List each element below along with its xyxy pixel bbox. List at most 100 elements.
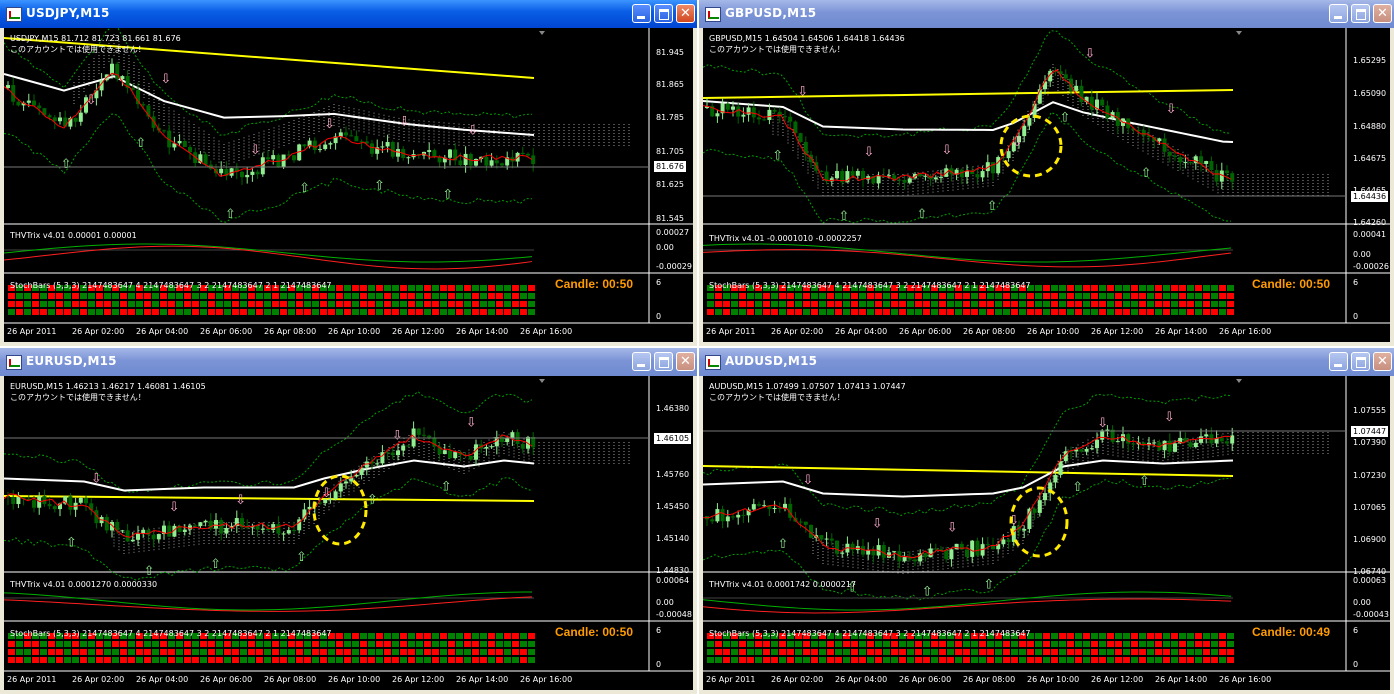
stochbar-cell — [1203, 633, 1210, 639]
candle-body — [427, 150, 432, 152]
close-button[interactable] — [676, 352, 695, 371]
stochbar-cell — [528, 641, 535, 647]
stochbar-cell — [192, 641, 199, 647]
candle-body — [1079, 449, 1084, 452]
stochbar-cell — [288, 649, 295, 655]
stochbar-cell — [464, 657, 471, 663]
candle-body — [1105, 105, 1110, 119]
stochbar-cell — [1003, 293, 1010, 299]
stochbar-cell — [787, 301, 794, 307]
chart-window-audusd[interactable]: AUDUSD,M15 ⇧⇩⇧⇩⇧⇩⇧⇩⇧⇩⇧⇩ AUDUSD,M15 1.074… — [699, 348, 1394, 694]
chart-area[interactable]: ⇧ ⇩ ⇧ ⇩ ⇧ ⇩ ⇧ ⇩ ⇧ ⇩ ⇧ ⇩ GBPUSD,M15 1.64504 1.64506 … — [703, 28, 1390, 342]
buy-arrow-icon: ⇧ — [135, 136, 146, 151]
stochbar-cell — [1091, 301, 1098, 307]
chart-window-gbpusd[interactable]: GBPUSD,M15 ⇧ ⇩ ⇧ ⇩ ⇧ ⇩ ⇧ ⇩ ⇧ ⇩ ⇧ ⇩ GBPUSD,M15 1.645… — [699, 0, 1394, 346]
candle-timer: Candle: 00:49 — [1252, 625, 1331, 639]
minimize-button[interactable] — [632, 4, 651, 23]
candle-body — [203, 154, 208, 165]
stochbar-cell — [136, 309, 143, 315]
candle-body — [182, 140, 187, 148]
stochbar-cell — [232, 301, 239, 307]
maximize-button[interactable] — [1351, 352, 1370, 371]
stochbar-cell — [891, 293, 898, 299]
price-plot: ⇧ ⇩ ⇧ ⇩ ⇧ ⇩ ⇧ ⇩ ⇧ ⇩ ⇧ ⇩ — [703, 28, 1390, 324]
stoch-tick: 0 — [1353, 312, 1359, 321]
minimize-button[interactable] — [1329, 4, 1348, 23]
stochbar-cell — [256, 309, 263, 315]
stochbar-cell — [248, 293, 255, 299]
candle-body — [887, 175, 891, 177]
stochbar-cell — [336, 285, 343, 291]
chart-area[interactable]: ⇧ ⇩ ⇧ ⇩ ⇧ ⇩ ⇧ ⇩ ⇧ ⇩ ⇧ ⇩ USDJPY,M15 81.712 81.723 81… — [4, 28, 693, 342]
chart-area[interactable]: ⇧ ⇩ ⇧ ⇩ ⇧ ⇩ ⇧ ⇩ ⇧ ⇩ ⇧ ⇩ AUDUSD,M15 1.07499 1.07507 … — [703, 376, 1390, 690]
candle-body — [757, 504, 761, 506]
stochbar-cell — [1227, 301, 1234, 307]
trix-tick: 0.00 — [1353, 250, 1371, 259]
title-bar[interactable]: USDJPY,M15 — [0, 0, 697, 28]
stochbar-cell — [1123, 285, 1130, 291]
stochbar-cell — [256, 641, 263, 647]
candle-body — [214, 520, 218, 529]
close-button[interactable] — [1373, 4, 1392, 23]
stochbar-cell — [1211, 293, 1218, 299]
stochbar-cell — [40, 649, 47, 655]
stochbar-cell — [216, 293, 223, 299]
stochbar-cell — [336, 657, 343, 663]
candle-body — [390, 452, 395, 456]
time-label: 26 Apr 10:00 — [1027, 675, 1080, 684]
title-bar[interactable]: GBPUSD,M15 — [699, 0, 1394, 28]
candle-body — [923, 175, 928, 177]
stochbar-cell — [280, 649, 287, 655]
stochbar-cell — [40, 301, 47, 307]
stochbar-cell — [955, 293, 962, 299]
stochbar-cell — [1171, 633, 1178, 639]
stochbar-cell — [416, 649, 423, 655]
title-bar[interactable]: AUDUSD,M15 — [699, 348, 1394, 376]
minimize-button[interactable] — [1329, 352, 1348, 371]
close-button[interactable] — [676, 4, 695, 23]
candle-body — [1183, 162, 1188, 164]
close-button[interactable] — [1373, 352, 1392, 371]
stochbar-cell — [843, 293, 850, 299]
stochbar-cell — [1163, 649, 1170, 655]
chart-window-usdjpy[interactable]: USDJPY,M15 ⇧ ⇩ ⇧ ⇩ ⇧ ⇩ ⇧ ⇩ ⇧ ⇩ ⇧ ⇩ USDJPY,M15 81.71… — [0, 0, 697, 346]
candle-body — [866, 550, 871, 555]
maximize-button[interactable] — [654, 352, 673, 371]
maximize-button[interactable] — [1351, 4, 1370, 23]
stochbar-cell — [947, 309, 954, 315]
stochbar-cell — [803, 641, 810, 647]
stochbars-indicator-title: StochBars (5,3,3) 2147483647 4 214748364… — [10, 281, 332, 290]
candle-body — [1188, 162, 1193, 164]
stochbar-cell — [344, 285, 351, 291]
buy-arrow-icon: ⇧ — [299, 181, 310, 196]
title-bar[interactable]: EURUSD,M15 — [0, 348, 697, 376]
stochbar-cell — [1043, 649, 1050, 655]
chart-area[interactable]: ⇧ ⇩ ⇧ ⇩ ⇧ ⇩ ⇧ ⇩ ⇧ ⇩ ⇧ ⇩ EURUSD,M15 1.46213 1.46217 … — [4, 376, 693, 690]
minimize-button[interactable] — [632, 352, 651, 371]
maximize-button[interactable] — [654, 4, 673, 23]
trix-tick: 0.00 — [656, 243, 674, 252]
stochbar-cell — [907, 309, 914, 315]
stochbar-cell — [1115, 301, 1122, 307]
stochbar-cell — [384, 633, 391, 639]
stochbar-cell — [787, 657, 794, 663]
stochbar-cell — [256, 301, 263, 307]
candle-body — [489, 446, 494, 448]
candle-body — [130, 539, 135, 542]
stochbar-cell — [320, 309, 327, 315]
chart-window-icon — [6, 355, 22, 370]
sell-arrow-icon: ⇩ — [392, 428, 403, 443]
chart-window-eurusd[interactable]: EURUSD,M15 ⇧ ⇩ ⇧ ⇩ ⇧ ⇩ ⇧ ⇩ ⇧ ⇩ ⇧ ⇩ EURUSD,M15 1.462… — [0, 348, 697, 694]
stochbar-cell — [1115, 285, 1122, 291]
stochbar-cell — [472, 657, 479, 663]
stochbar-cell — [96, 309, 103, 315]
candle-body — [344, 481, 348, 484]
window-title: AUDUSD,M15 — [725, 354, 818, 368]
stochbar-cell — [1211, 301, 1218, 307]
symbol-info: USDJPY,M15 81.712 81.723 81.661 81.676 — [10, 34, 181, 43]
stochbar-cell — [128, 301, 135, 307]
stochbar-cell — [1067, 293, 1074, 299]
candle-body — [406, 445, 411, 447]
stochbar-cell — [480, 657, 487, 663]
stochbar-cell — [248, 649, 255, 655]
